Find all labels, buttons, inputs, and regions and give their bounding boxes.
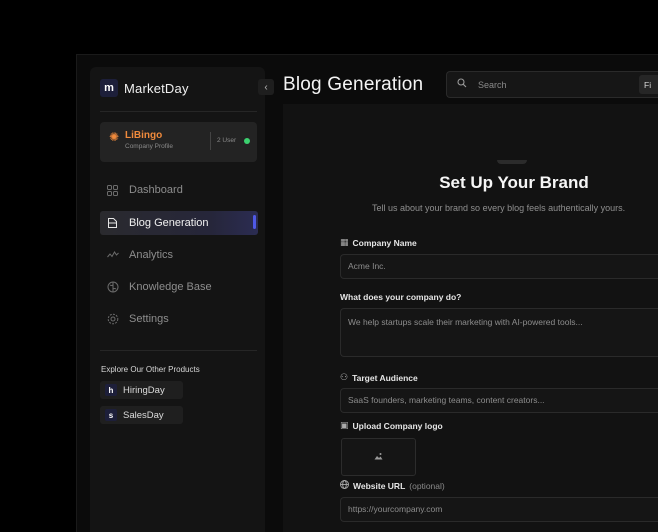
divider [100, 111, 257, 112]
sidebar-item-label: Analytics [129, 249, 174, 261]
sidebar-item-settings[interactable]: Settings [100, 307, 258, 331]
description-field[interactable]: We help startups scale their marketing w… [340, 308, 658, 357]
gear-icon [106, 313, 119, 326]
building-icon: ▦ [340, 237, 349, 247]
salesday-logo: s [105, 409, 117, 421]
company-name-label: ▦ Company Name [340, 237, 417, 248]
website-url-label: Website URL (optional) [340, 480, 445, 491]
product-hiringday[interactable]: h HiringDay [100, 381, 183, 399]
analytics-icon [106, 249, 119, 262]
target-audience-label: ⚇ Target Audience [340, 372, 418, 383]
description-label: What does your company do? [340, 292, 462, 302]
active-indicator [253, 215, 256, 229]
filter-button[interactable]: Fi [639, 75, 658, 94]
divider [210, 132, 211, 150]
sidebar-item-knowledge-base[interactable]: Knowledge Base [100, 275, 258, 299]
search-input[interactable]: Search [478, 80, 507, 90]
users-icon: ⚇ [340, 372, 349, 382]
sidebar-item-label: Dashboard [129, 184, 183, 196]
form-title: Set Up Your Brand [439, 173, 589, 192]
sidebar-item-blog-generation[interactable]: Blog Generation [100, 211, 258, 235]
globe-icon [340, 480, 349, 491]
brand-logo: m [100, 79, 118, 97]
search-icon [457, 78, 467, 91]
document-icon [106, 217, 119, 230]
upload-logo-button[interactable] [341, 438, 416, 476]
search-bar[interactable]: Search Fi [446, 71, 658, 98]
image-upload-icon [374, 452, 383, 462]
company-name: LiBingo [125, 130, 163, 141]
target-audience-field[interactable]: SaaS founders, marketing teams, content … [340, 388, 658, 413]
sidebar-item-dashboard[interactable]: Dashboard [100, 178, 258, 202]
sidebar-item-label: Blog Generation [129, 217, 209, 229]
user-count: 2 User [217, 137, 237, 144]
company-card[interactable]: ✺ LiBingo Company Profile 2 User [100, 122, 257, 162]
brand[interactable]: m MarketDay [100, 79, 189, 97]
product-salesday[interactable]: s SalesDay [100, 406, 183, 424]
avatar-placeholder [497, 160, 527, 164]
sidebar: m MarketDay ✺ LiBingo Company Profile 2 … [90, 67, 265, 532]
page-title: Blog Generation [283, 74, 424, 95]
company-logo-icon: ✺ [109, 130, 120, 144]
sidebar-item-label: Knowledge Base [129, 281, 212, 293]
form-subtitle: Tell us about your brand so every blog f… [372, 203, 626, 213]
product-label: SalesDay [123, 409, 164, 421]
sidebar-item-analytics[interactable]: Analytics [100, 243, 258, 267]
grid-icon [106, 184, 119, 197]
hiringday-logo: h [105, 384, 117, 396]
product-label: HiringDay [123, 384, 165, 396]
divider [100, 350, 257, 351]
chevron-left-icon: ‹ [264, 81, 268, 93]
sidebar-item-label: Settings [129, 313, 169, 325]
company-name-field[interactable]: Acme Inc. [340, 254, 658, 279]
upload-logo-label: ▣ Upload Company logo [340, 420, 443, 431]
brain-icon [106, 281, 119, 294]
explore-products-title: Explore Our Other Products [101, 365, 200, 374]
status-indicator [244, 138, 250, 144]
image-icon: ▣ [340, 420, 349, 430]
company-subtitle: Company Profile [125, 143, 174, 150]
collapse-sidebar-button[interactable]: ‹ [258, 79, 274, 95]
website-url-field[interactable]: https://yourcompany.com [340, 497, 658, 522]
brand-name: MarketDay [124, 80, 189, 96]
